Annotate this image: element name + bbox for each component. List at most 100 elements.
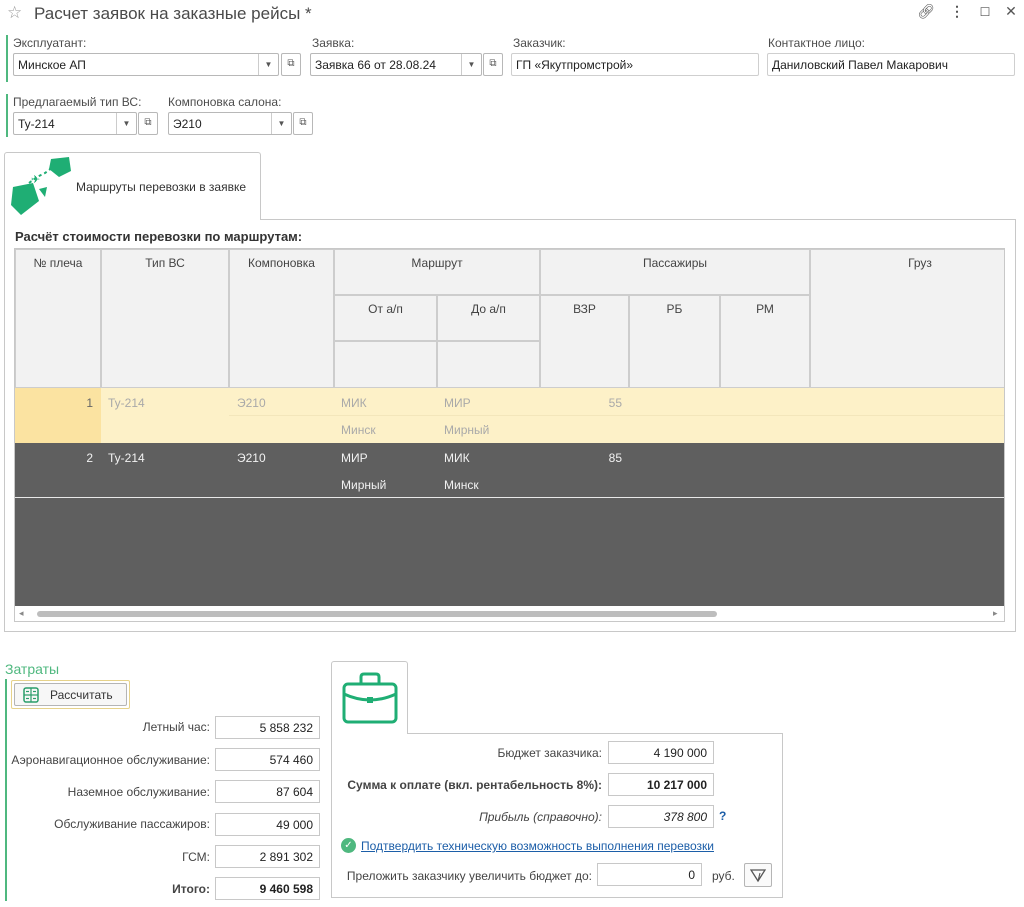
cost-value-flight-hour[interactable]: 5 858 232 [215,716,320,739]
chevron-down-icon[interactable]: ▼ [258,54,278,75]
col-passengers-header[interactable]: Пассажиры [540,249,810,295]
check-circle-icon: ✓ [341,838,356,853]
sum-label: Сумма к оплате (вкл. рентабельность 8%): [347,778,602,792]
cell-to-code: МИР [444,396,471,410]
cost-total-value[interactable]: 9 460 598 [215,877,320,900]
budget-value[interactable]: 4 190 000 [608,741,714,764]
cost-value-air-navigation[interactable]: 574 460 [215,748,320,771]
favorite-star-icon[interactable]: ☆ [7,3,22,23]
help-icon[interactable]: ? [719,809,726,823]
aircraft-type-select[interactable]: Ту-214 ▼ [13,112,137,135]
horizontal-scrollbar[interactable]: ◂ ▸ [15,606,1004,621]
sum-value[interactable]: 10 217 000 [608,773,714,796]
col-adult-header[interactable]: ВЗР [540,295,629,388]
layout-value: Э210 [173,117,202,131]
group-indicator [6,94,8,137]
scroll-left-icon[interactable]: ◂ [19,608,24,619]
calc-button-focus: Рассчитать [11,680,130,709]
col-to-subheader [437,341,540,388]
request-select[interactable]: Заявка 66 от 28.08.24 ▼ [310,53,482,76]
more-menu-icon[interactable]: ⋮ [947,3,967,20]
request-value: Заявка 66 от 28.08.24 [315,58,436,72]
offer-input[interactable]: 0 [597,863,702,886]
tab-payment[interactable] [331,661,408,734]
cost-total-label: Итого: [172,882,210,896]
cell-layout: Э210 [237,396,266,410]
customer-label: Заказчик: [513,36,566,50]
cell-to-name: Минск [444,478,479,492]
scroll-right-icon[interactable]: ▸ [993,608,998,619]
col-cargo-header[interactable]: Груз [810,249,1004,388]
routes-map-icon: ✈ [11,157,71,215]
cell-adult: 55 [608,396,622,410]
briefcase-icon [342,672,398,724]
layout-select[interactable]: Э210 ▼ [168,112,292,135]
group-indicator [6,35,8,82]
link-icon[interactable]: 🔗︎ [916,3,936,20]
open-aircraft-type-icon[interactable]: ⧉ [138,112,158,135]
operator-select[interactable]: Минское АП ▼ [13,53,279,76]
col-from-header[interactable]: От а/п [334,295,437,341]
cell-from-code: МИК [341,396,367,410]
cell-adult: 85 [608,451,622,465]
cell-leg: 1 [86,396,93,410]
col-aircraft-header[interactable]: Тип ВС [101,249,229,388]
cell-from-name: Мирный [341,478,387,492]
calculate-button-label: Рассчитать [50,688,113,702]
cell-aircraft: Ту-214 [108,451,145,465]
aircraft-type-label: Предлагаемый тип ВС: [13,95,142,109]
routes-table: № плеча Тип ВС Компоновка Маршрут От а/п… [14,248,1005,622]
col-layout-header[interactable]: Компоновка [229,249,334,388]
open-operator-icon[interactable]: ⧉ [281,53,301,76]
table-row[interactable]: 1 Ту-214 Э210 МИК Минск МИР Мирный 55 [15,388,1004,443]
scrollbar-thumb[interactable] [37,611,717,617]
chevron-down-icon[interactable]: ▼ [461,54,481,75]
tab-routes[interactable]: ✈ Маршруты перевозки в заявке [4,152,261,220]
open-request-icon[interactable]: ⧉ [483,53,503,76]
row-divider [229,415,1004,416]
chevron-down-icon[interactable]: ▼ [116,113,136,134]
cost-label-ground-service: Наземное обслуживание: [67,785,210,799]
currency-label: руб. [712,869,735,883]
col-from-subheader [334,341,437,388]
open-layout-icon[interactable]: ⧉ [293,112,313,135]
calculator-icon [23,687,39,703]
cost-value-passenger-service[interactable]: 49 000 [215,813,320,836]
cost-value-fuel[interactable]: 2 891 302 [215,845,320,868]
request-label: Заявка: [312,36,355,50]
profit-label: Прибыль (справочно): [479,810,602,824]
aircraft-type-value: Ту-214 [18,117,55,131]
customer-field[interactable]: ГП «Якутпромстрой» [511,53,759,76]
cell-aircraft: Ту-214 [108,396,145,410]
close-icon[interactable]: ✕ [1001,3,1021,20]
cell-from-name: Минск [341,423,376,437]
operator-label: Эксплуатант: [13,36,87,50]
cell-layout: Э210 [237,451,266,465]
maximize-icon[interactable]: ☐ [975,5,995,19]
cell-leg: 2 [86,451,93,465]
cost-label-fuel: ГСМ: [182,850,210,864]
cost-label-passenger-service: Обслуживание пассажиров: [54,817,210,831]
confirm-capability-link[interactable]: Подтвердить техническую возможность выпо… [361,839,714,853]
costs-title: Затраты [5,661,60,677]
cost-value-ground-service[interactable]: 87 604 [215,780,320,803]
send-offer-button[interactable] [744,863,772,887]
offer-label: Преложить заказчику увеличить бюджет до: [346,869,592,883]
group-indicator [5,679,7,901]
cell-from-code: МИР [341,451,368,465]
table-row[interactable]: 2 Ту-214 Э210 МИР Мирный МИК Минск 85 [15,443,1004,498]
col-route-header[interactable]: Маршрут [334,249,540,295]
col-to-header[interactable]: До а/п [437,295,540,341]
window-title: Расчет заявок на заказные рейсы * [34,4,312,23]
profit-value[interactable]: 378 800 [608,805,714,828]
operator-value: Минское АП [18,58,86,72]
chevron-down-icon[interactable]: ▼ [271,113,291,134]
cell-to-name: Мирный [444,423,490,437]
col-leg-header[interactable]: № плеча [15,249,101,388]
col-child-header[interactable]: РБ [629,295,720,388]
svg-text:✈: ✈ [31,173,40,186]
calculate-button[interactable]: Рассчитать [14,683,127,706]
col-infant-header[interactable]: РМ [720,295,810,388]
contact-field[interactable]: Даниловский Павел Макарович [767,53,1015,76]
cost-label-flight-hour: Летный час: [142,720,210,734]
